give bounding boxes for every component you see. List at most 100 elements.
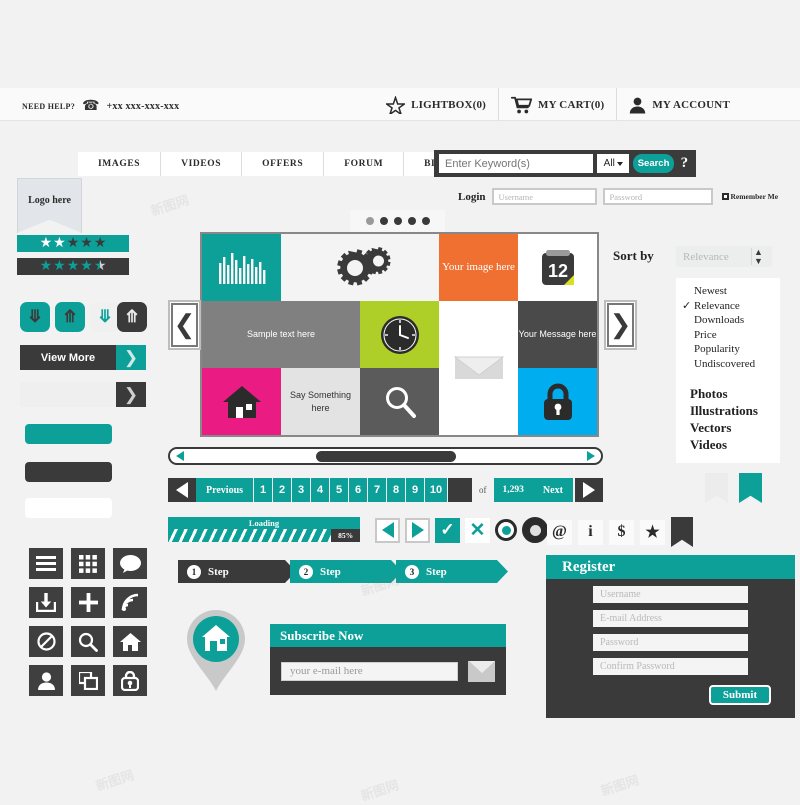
plain-button-teal[interactable]	[25, 424, 112, 444]
lock-tile[interactable]	[518, 368, 597, 435]
scrollbar-thumb[interactable]	[316, 450, 456, 462]
sort-option-popularity[interactable]: Popularity	[676, 342, 780, 357]
radio-dark-button[interactable]	[522, 517, 548, 543]
ghost-button[interactable]: ❯	[20, 382, 146, 407]
page-number-2[interactable]: 2	[272, 478, 292, 502]
play-back-button[interactable]	[375, 517, 400, 543]
account-link[interactable]: MY ACCOUNT	[616, 88, 742, 121]
login-username-input[interactable]: Username	[491, 188, 597, 205]
bookmark-ribbon-dark[interactable]	[671, 517, 693, 547]
page-input-box[interactable]	[448, 478, 473, 502]
sort-option-price[interactable]: Price	[676, 328, 780, 343]
sort-by-select[interactable]: Relevance ▲ ▼	[676, 246, 772, 267]
register-email-input[interactable]: E-mail Address	[593, 610, 748, 627]
sample-text-tile[interactable]: Sample text here	[202, 301, 360, 368]
download-icon-button[interactable]	[29, 587, 63, 618]
view-more-button[interactable]: View More ❯	[20, 345, 146, 370]
step-1[interactable]: 1 Step	[178, 560, 296, 583]
sort-option-downloads[interactable]: Downloads	[676, 313, 780, 328]
carousel-dot[interactable]	[379, 217, 388, 225]
page-number-10[interactable]: 10	[424, 478, 448, 502]
category-illustrations[interactable]: Illustrations	[690, 402, 780, 419]
search-button[interactable]: Search	[633, 154, 674, 173]
pagination-next-label[interactable]: Next	[532, 478, 573, 502]
chevron-down-button-2[interactable]: ⤋	[90, 302, 120, 332]
page-number-9[interactable]: 9	[405, 478, 425, 502]
chevron-up-button-1[interactable]: ⤊	[55, 302, 85, 332]
home-icon-button[interactable]	[113, 626, 147, 657]
nav-item-videos[interactable]: VIDEOS	[160, 152, 241, 176]
page-number-8[interactable]: 8	[386, 478, 406, 502]
horizontal-scrollbar[interactable]	[168, 447, 603, 465]
plus-icon-button[interactable]	[71, 587, 105, 618]
pagination-prev-button[interactable]	[168, 478, 196, 502]
page-number-7[interactable]: 7	[367, 478, 387, 502]
reject-button[interactable]: ✕	[465, 517, 490, 543]
subscribe-email-input[interactable]: your e-mail here	[281, 661, 458, 681]
rss-icon-button[interactable]	[113, 587, 147, 618]
rating-bar-dark[interactable]: ★ ★ ★ ★ ★	[17, 258, 129, 275]
dollar-button[interactable]: $	[609, 519, 634, 545]
step-2[interactable]: 2 Step	[290, 560, 402, 583]
nav-item-forum[interactable]: FORUM	[323, 152, 403, 176]
category-photos[interactable]: Photos	[690, 385, 780, 402]
radio-on-button[interactable]	[495, 519, 517, 541]
plain-button-white[interactable]	[25, 498, 112, 518]
page-number-1[interactable]: 1	[253, 478, 273, 502]
carousel-dot[interactable]	[365, 217, 374, 225]
page-number-3[interactable]: 3	[291, 478, 311, 502]
at-button[interactable]: @	[547, 519, 572, 545]
register-password-input[interactable]: Password	[593, 634, 748, 651]
chat-icon-button[interactable]	[113, 548, 147, 579]
carousel-prev-button[interactable]: ❮	[168, 300, 201, 350]
search-input[interactable]	[439, 154, 593, 173]
carousel-dot[interactable]	[421, 217, 430, 225]
step-3[interactable]: 3 Step	[396, 560, 508, 583]
rating-bar-light[interactable]: ★ ★ ★ ★ ★	[17, 235, 129, 252]
page-number-6[interactable]: 6	[348, 478, 368, 502]
subscribe-send-button[interactable]	[468, 660, 495, 682]
play-forward-button[interactable]	[405, 517, 430, 543]
cart-link[interactable]: MY CART(0)	[498, 88, 616, 121]
clock-tile[interactable]	[360, 301, 439, 368]
bookmark-ribbon-ghost[interactable]	[705, 473, 728, 503]
triangle-right-icon[interactable]	[587, 451, 595, 461]
search-scope-select[interactable]: All	[597, 154, 630, 173]
say-something-tile[interactable]: Say Something here	[281, 368, 360, 435]
login-password-input[interactable]: Password	[602, 188, 713, 205]
register-submit-button[interactable]: Submit	[709, 685, 771, 705]
menu-icon-button[interactable]	[29, 548, 63, 579]
home-tile[interactable]	[202, 368, 281, 435]
grid-icon-button[interactable]	[71, 548, 105, 579]
accept-button[interactable]: ✓	[435, 517, 460, 543]
sort-option-undiscovered[interactable]: Undiscovered	[676, 357, 780, 372]
pagination-prev-label[interactable]: Previous	[196, 478, 254, 502]
mail-tile[interactable]	[439, 301, 518, 435]
search-tile[interactable]	[360, 368, 439, 435]
message-tile[interactable]: Your Message here	[518, 301, 597, 368]
windows-icon-button[interactable]	[71, 665, 105, 696]
chart-tile[interactable]	[202, 234, 281, 301]
chevron-down-button-1[interactable]: ⤋	[20, 302, 50, 332]
block-icon-button[interactable]	[29, 626, 63, 657]
carousel-dot[interactable]	[393, 217, 402, 225]
chevron-up-button-2[interactable]: ⤊	[117, 302, 147, 332]
sort-option-newest[interactable]: Newest	[676, 284, 780, 299]
carousel-next-button[interactable]: ❯	[604, 300, 637, 350]
image-tile[interactable]: Your image here	[439, 234, 518, 301]
page-number-5[interactable]: 5	[329, 478, 349, 502]
carousel-dot[interactable]	[407, 217, 416, 225]
lightbox-link[interactable]: LIGHTBOX(0)	[374, 88, 498, 121]
remember-me-checkbox[interactable]: Remember Me	[721, 192, 778, 201]
category-videos[interactable]: Videos	[690, 436, 780, 453]
search-help-icon[interactable]: ?	[678, 155, 691, 172]
logo-ribbon[interactable]: Logo here	[17, 178, 82, 233]
bookmark-ribbon-teal[interactable]	[739, 473, 762, 503]
sort-option-relevance[interactable]: Relevance	[676, 299, 780, 314]
star-button[interactable]: ★	[640, 519, 665, 545]
nav-item-images[interactable]: IMAGES	[78, 152, 160, 176]
settings-tile[interactable]	[281, 234, 439, 301]
lock-keyhole-icon-button[interactable]	[113, 665, 147, 696]
register-username-input[interactable]: Username	[593, 586, 748, 603]
map-pin[interactable]	[185, 608, 247, 693]
